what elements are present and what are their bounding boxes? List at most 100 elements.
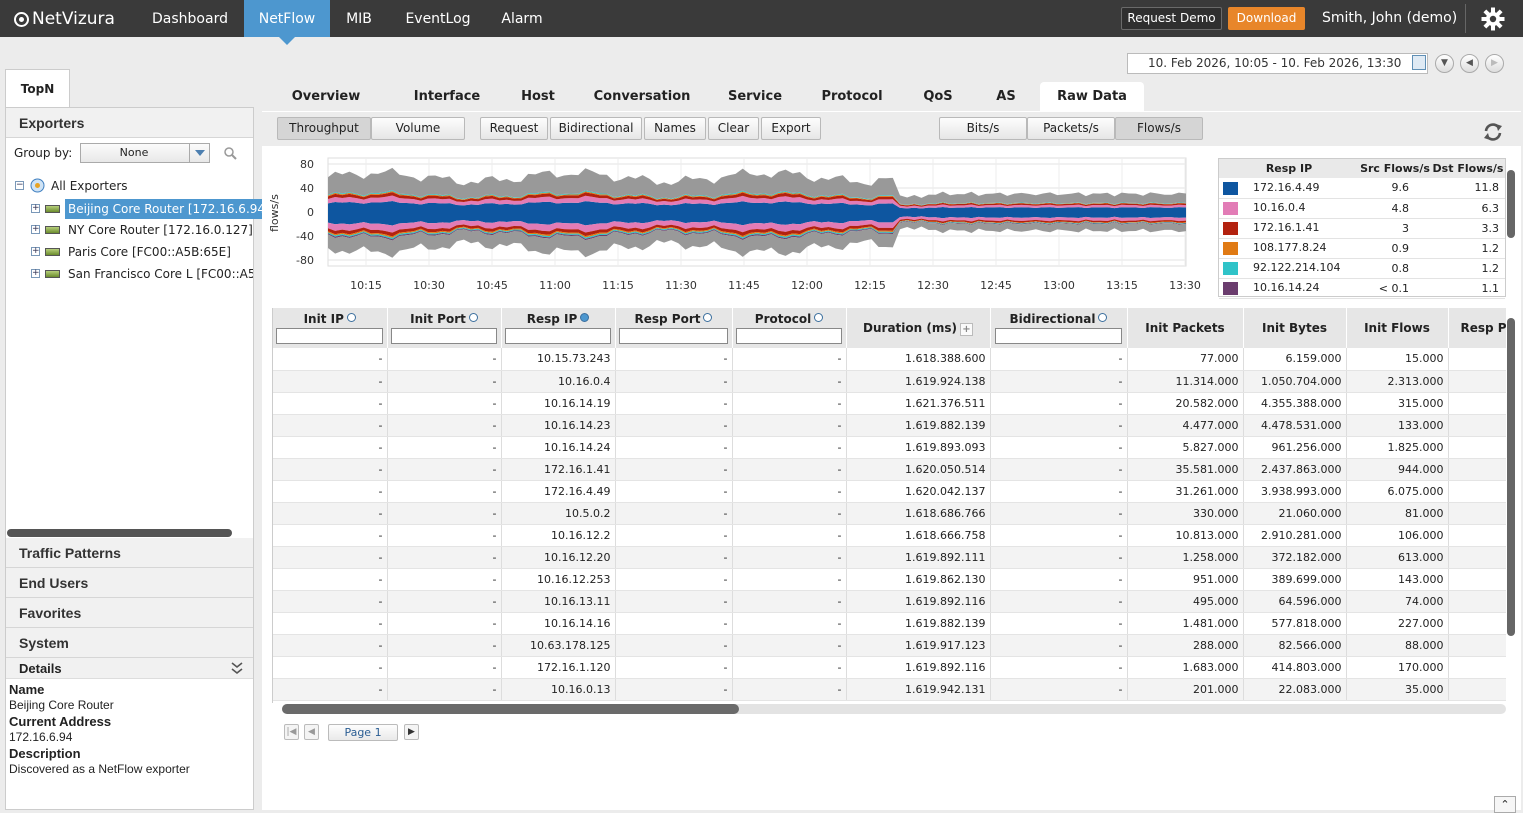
- sort-radio[interactable]: [703, 313, 713, 322]
- table-row[interactable]: - -10.15.73.243- -1.618.388.600-77.000 6.15…: [273, 348, 1506, 371]
- filter-init-port[interactable]: [390, 328, 498, 344]
- table-row[interactable]: - -172.16.4.49- -1.620.042.137-31.261.000 3…: [273, 480, 1506, 503]
- collapse-icon[interactable]: [231, 661, 243, 675]
- legend-header-dst[interactable]: Dst Flows/s: [1431, 159, 1505, 178]
- end-users-section[interactable]: End Users: [6, 568, 253, 598]
- page-indicator[interactable]: Page 1: [328, 724, 398, 741]
- column-resp-ip[interactable]: Resp IP: [501, 308, 616, 348]
- tab-conversation[interactable]: Conversation: [588, 82, 696, 111]
- column-duration[interactable]: Duration (ms) +: [846, 308, 991, 348]
- table-row[interactable]: - -10.16.14.19- -1.621.376.511-20.582.000 4…: [273, 392, 1506, 415]
- filter-bidirectional[interactable]: [994, 328, 1123, 344]
- refresh-icon[interactable]: [1482, 121, 1504, 143]
- request-demo-button[interactable]: Request Demo: [1121, 7, 1222, 30]
- search-icon[interactable]: [224, 147, 237, 160]
- tab-service[interactable]: Service: [720, 82, 790, 111]
- legend-header-src[interactable]: Src Flows/s: [1359, 159, 1431, 178]
- column-init-port[interactable]: Init Port: [387, 308, 502, 348]
- legend-row[interactable]: 10.16.14.24 < 0.1 1.1: [1219, 278, 1505, 299]
- expand-icon[interactable]: +: [31, 204, 40, 213]
- legend-row[interactable]: 172.16.4.49 9.6 11.8: [1219, 178, 1505, 199]
- tab-as[interactable]: AS: [988, 82, 1024, 111]
- sort-radio[interactable]: [346, 313, 356, 322]
- expand-icon[interactable]: +: [31, 225, 40, 234]
- filter-init-ip[interactable]: [276, 328, 384, 344]
- system-section[interactable]: System: [6, 628, 253, 658]
- table-row[interactable]: - -10.16.12.20- -1.619.892.111-1.258.000 37…: [273, 546, 1506, 569]
- scrollbar-thumb[interactable]: [282, 704, 739, 714]
- legend-row[interactable]: 172.16.1.41 3 3.3: [1219, 218, 1505, 239]
- table-row[interactable]: - -10.16.0.13- -1.619.942.131-201.000 22.08…: [273, 678, 1506, 701]
- table-row[interactable]: - -172.16.1.120- -1.619.892.116-1.683.000 4…: [273, 656, 1506, 679]
- sort-radio[interactable]: [580, 313, 590, 322]
- filter-resp-ip[interactable]: [504, 328, 612, 344]
- nav-tab-netflow[interactable]: NetFlow: [244, 0, 330, 45]
- tab-protocol[interactable]: Protocol: [814, 82, 890, 111]
- clear-button[interactable]: Clear: [708, 117, 759, 140]
- column-resp-packets[interactable]: Resp Pa: [1448, 308, 1506, 348]
- exporters-section-header[interactable]: Exporters: [6, 108, 253, 138]
- date-range-input[interactable]: 10. Feb 2026, 10:05 - 10. Feb 2026, 13:3…: [1127, 53, 1428, 74]
- column-init-ip[interactable]: Init IP: [273, 308, 388, 348]
- horizontal-scrollbar[interactable]: [7, 529, 232, 537]
- vertical-scrollbar[interactable]: [1507, 318, 1515, 636]
- table-row[interactable]: - -10.16.14.16- -1.619.882.139-1.481.000 57…: [273, 612, 1506, 635]
- group-by-select[interactable]: None: [80, 143, 210, 163]
- table-row[interactable]: - -10.16.0.4- -1.619.924.138-11.314.000 1.0…: [273, 370, 1506, 393]
- table-row[interactable]: - -172.16.1.41- -1.620.050.514-35.581.000 2…: [273, 458, 1506, 481]
- scroll-to-top-button[interactable]: ⌃: [1494, 796, 1516, 813]
- chevron-down-icon[interactable]: ▼: [1435, 54, 1454, 73]
- next-period-button[interactable]: ▶: [1485, 54, 1504, 73]
- nav-tab-mib[interactable]: MIB: [334, 0, 384, 37]
- nav-tab-eventlog[interactable]: EventLog: [398, 0, 478, 37]
- volume-toggle[interactable]: Volume: [371, 117, 465, 140]
- tab-qos[interactable]: QoS: [916, 82, 960, 111]
- traffic-patterns-section[interactable]: Traffic Patterns: [6, 538, 253, 568]
- expand-icon[interactable]: +: [31, 269, 40, 278]
- previous-page-button[interactable]: ◀: [304, 724, 319, 740]
- column-bidirectional[interactable]: Bidirectional: [990, 308, 1128, 348]
- sort-radio[interactable]: [468, 313, 478, 322]
- throughput-toggle[interactable]: Throughput: [277, 117, 371, 140]
- filter-protocol[interactable]: [735, 328, 843, 344]
- column-init-bytes[interactable]: Init Bytes: [1243, 308, 1347, 348]
- favorites-section[interactable]: Favorites: [6, 598, 253, 628]
- add-filter-icon[interactable]: +: [959, 322, 973, 336]
- table-row[interactable]: - -10.16.12.2- -1.618.666.758-10.813.000 2.…: [273, 524, 1506, 547]
- bits-per-second-toggle[interactable]: Bits/s: [939, 117, 1027, 140]
- tab-host[interactable]: Host: [512, 82, 564, 111]
- tree-item-exporter[interactable]: + San Francisco Core L [FC00::A5B:7: [31, 264, 253, 284]
- column-protocol[interactable]: Protocol: [732, 308, 847, 348]
- user-menu[interactable]: Smith, John (demo): [1322, 10, 1457, 26]
- table-row[interactable]: - -10.16.14.23- -1.619.882.139-4.477.000 4.…: [273, 414, 1506, 437]
- tab-topn[interactable]: TopN: [5, 69, 70, 107]
- expand-icon[interactable]: +: [31, 247, 40, 256]
- tab-raw-data[interactable]: Raw Data: [1040, 82, 1144, 111]
- next-page-button[interactable]: ▶: [404, 724, 419, 740]
- column-init-flows[interactable]: Init Flows: [1346, 308, 1449, 348]
- column-resp-port[interactable]: Resp Port: [615, 308, 733, 348]
- legend-row[interactable]: 10.16.0.4 4.8 6.3: [1219, 198, 1505, 219]
- previous-period-button[interactable]: ◀: [1460, 54, 1479, 73]
- tab-interface[interactable]: Interface: [404, 82, 490, 111]
- vertical-scrollbar[interactable]: [1507, 170, 1515, 238]
- column-init-packets[interactable]: Init Packets: [1127, 308, 1244, 348]
- first-page-button[interactable]: |◀: [284, 724, 299, 740]
- legend-row[interactable]: 108.177.8.24 0.9 1.2: [1219, 238, 1505, 259]
- table-row[interactable]: - -10.16.13.11- -1.619.892.116-495.000 64.5…: [273, 590, 1506, 613]
- tab-overview[interactable]: Overview: [282, 82, 370, 111]
- sort-radio[interactable]: [814, 313, 824, 322]
- collapse-icon[interactable]: −: [15, 181, 24, 190]
- export-button[interactable]: Export: [761, 117, 821, 140]
- table-row[interactable]: - -10.16.14.24- -1.619.893.093-5.827.000 96…: [273, 436, 1506, 459]
- names-button[interactable]: Names: [644, 117, 706, 140]
- legend-header-resp-ip[interactable]: Resp IP: [1219, 159, 1359, 178]
- filter-resp-port[interactable]: [618, 328, 729, 344]
- table-row[interactable]: - -10.16.12.253- -1.619.862.130-951.000 389…: [273, 568, 1506, 591]
- packets-per-second-toggle[interactable]: Packets/s: [1027, 117, 1115, 140]
- gear-icon[interactable]: [1481, 7, 1505, 31]
- sort-radio[interactable]: [1098, 313, 1108, 322]
- nav-tab-alarm[interactable]: Alarm: [494, 0, 550, 37]
- table-row[interactable]: - -10.63.178.125- -1.619.917.123-288.000 82…: [273, 634, 1506, 657]
- request-button[interactable]: Request: [480, 117, 548, 140]
